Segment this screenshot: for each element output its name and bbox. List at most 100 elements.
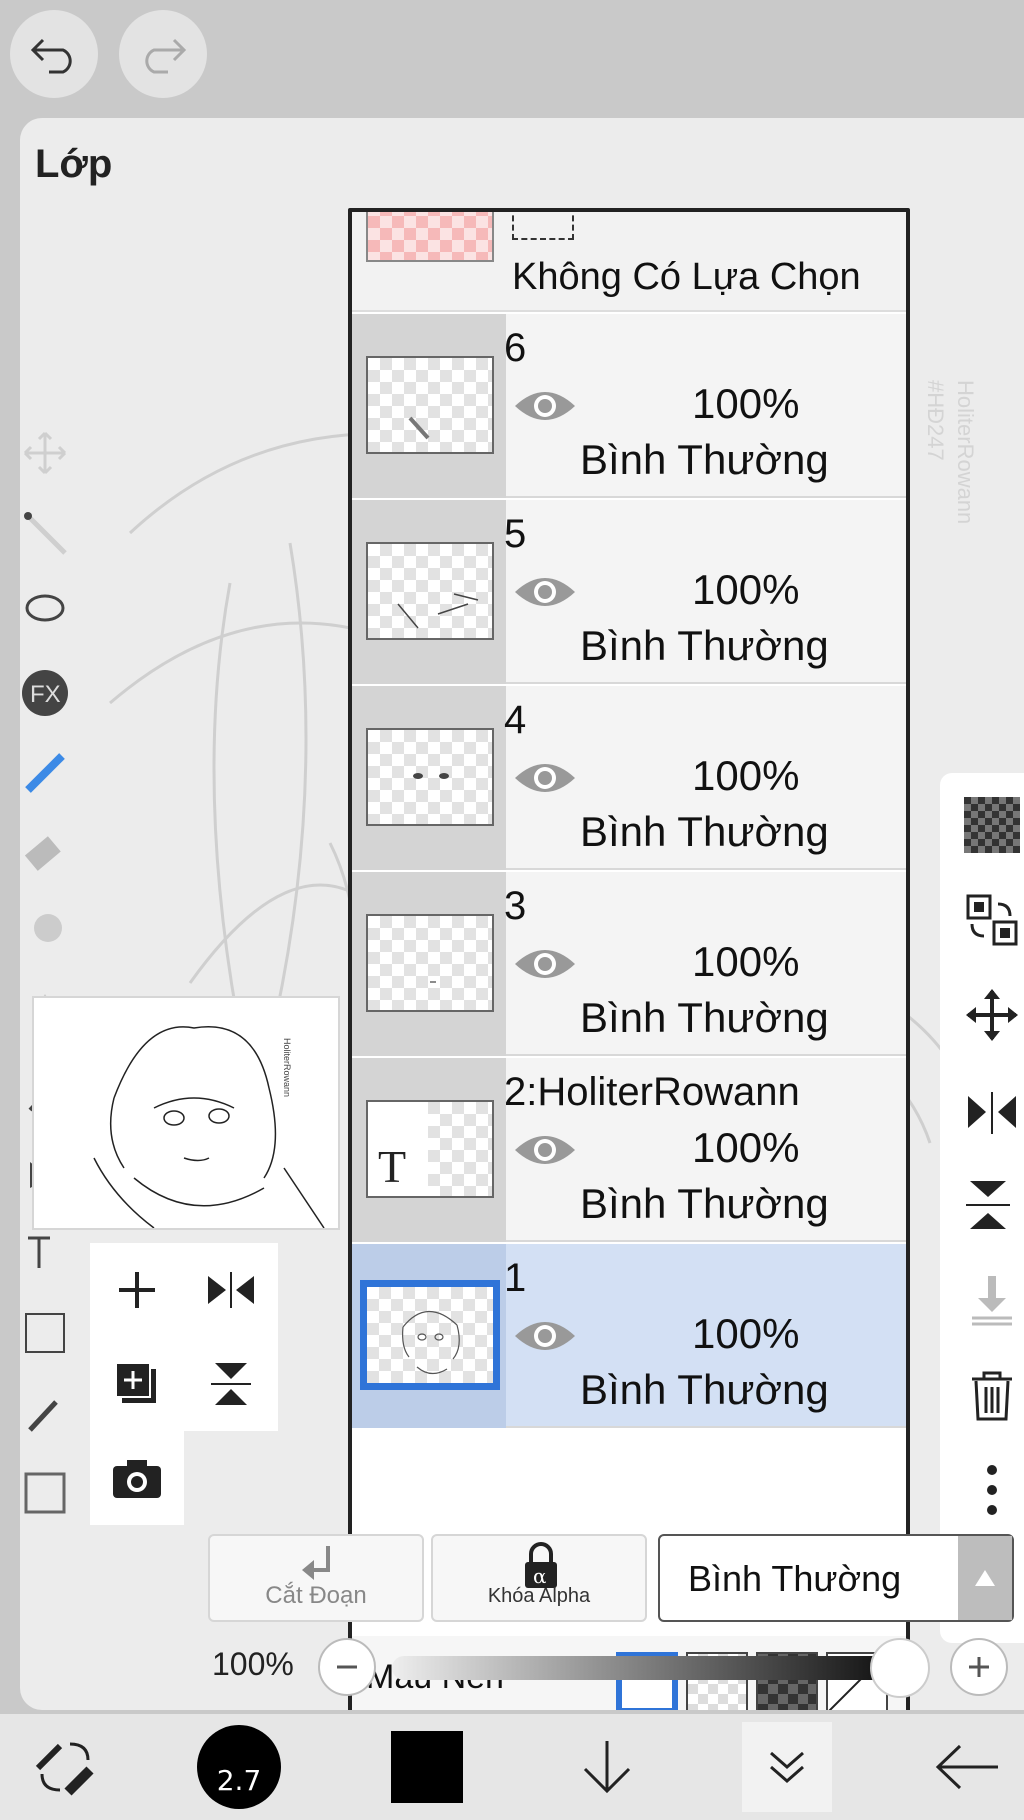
eye-icon[interactable] — [512, 942, 578, 986]
opacity-value: 100% — [212, 1646, 294, 1682]
opacity-slider-handle[interactable] — [870, 1638, 930, 1698]
blend-mode-select[interactable]: Bình Thường — [658, 1534, 1014, 1622]
magic-wand-icon[interactable] — [20, 508, 70, 558]
flip-h-button[interactable] — [960, 1078, 1024, 1142]
flip-vertical-button[interactable] — [184, 1337, 278, 1431]
svg-text:#HĐ247: #HĐ247 — [923, 380, 948, 461]
bottom-toolbar: 2.7 — [0, 1714, 1024, 1820]
plus-icon — [969, 1657, 989, 1677]
flip-vertical-icon — [966, 1181, 1010, 1229]
frame-icon[interactable] — [20, 1308, 70, 1358]
merge-down-button[interactable] — [960, 1268, 1024, 1332]
selection-marquee-icon — [512, 212, 574, 240]
chevron-double-down-icon — [770, 1751, 804, 1783]
transparency-button[interactable] — [960, 793, 1024, 857]
eye-icon[interactable] — [512, 1314, 578, 1358]
svg-text:HoliterRowann: HoliterRowann — [282, 1038, 292, 1097]
layer-name: 6 — [504, 326, 527, 370]
arrow-down-icon — [583, 1741, 631, 1794]
alpha-lock-label: Khóa Alpha — [487, 1585, 591, 1607]
layer-name: 1 — [504, 1256, 527, 1300]
layer-row[interactable]: 5 100% Bình Thường — [352, 500, 906, 684]
layer-row[interactable]: 6 100% Bình Thường — [352, 314, 906, 498]
eye-icon[interactable] — [512, 1128, 578, 1172]
move-layer-content-button[interactable] — [960, 888, 1024, 952]
collapse-button[interactable] — [742, 1722, 832, 1812]
layer-blend-mode: Bình Thường — [580, 1180, 829, 1227]
back-button[interactable] — [922, 1722, 1012, 1812]
canvas-icon[interactable] — [20, 1468, 70, 1518]
more-vertical-icon — [987, 1465, 997, 1515]
more-options-button[interactable] — [960, 1458, 1024, 1522]
svg-text:FX: FX — [30, 681, 61, 708]
layer-row[interactable]: 3 100% Bình Thường — [352, 872, 906, 1056]
layer-action-grid — [90, 1243, 278, 1525]
eraser-icon[interactable] — [20, 828, 70, 878]
lasso-icon[interactable] — [20, 588, 70, 638]
camera-icon — [113, 1460, 161, 1498]
clipping-label: Cắt Đoạn — [265, 1582, 367, 1609]
caret-up-icon — [958, 1536, 1012, 1620]
swap-icon — [966, 894, 1018, 946]
add-copy-icon — [115, 1362, 156, 1403]
layer-blend-mode: Bình Thường — [580, 436, 829, 483]
layer-blend-mode: Bình Thường — [580, 622, 829, 669]
camera-button[interactable] — [90, 1431, 184, 1525]
undo-icon — [30, 38, 72, 74]
eye-icon[interactable] — [512, 570, 578, 614]
lock-icon: α — [525, 1542, 557, 1588]
brush-icon[interactable] — [20, 748, 70, 798]
layer-row[interactable]: T 2:HoliterRowann 100% Bình Thường — [352, 1058, 906, 1242]
transform-icon[interactable] — [20, 428, 70, 478]
opacity-increase-button[interactable] — [950, 1638, 1008, 1696]
layer-row[interactable]: 4 100% Bình Thường — [352, 686, 906, 870]
brush-eraser-switch-icon — [35, 1742, 94, 1796]
brush-size-button[interactable]: 2.7 — [194, 1722, 284, 1812]
canvas-preview[interactable]: HoliterRowann — [32, 996, 340, 1230]
down-arrow-button[interactable] — [562, 1722, 652, 1812]
layer-opacity: 100% — [692, 752, 800, 799]
opacity-slider-track[interactable] — [392, 1656, 928, 1680]
layer-opacity: 100% — [692, 380, 800, 427]
alpha-lock-button[interactable]: α Khóa Alpha — [431, 1534, 647, 1622]
opacity-decrease-button[interactable] — [318, 1638, 376, 1696]
clipping-button[interactable]: Cắt Đoạn — [208, 1534, 424, 1622]
eyedropper-icon[interactable] — [20, 1388, 70, 1438]
tool-switch-button[interactable] — [20, 1722, 110, 1812]
layer-name: 5 — [504, 512, 527, 556]
redo-button[interactable] — [119, 10, 207, 98]
minus-icon — [337, 1665, 357, 1669]
layer-opacity: 100% — [692, 938, 800, 985]
smudge-icon[interactable] — [20, 908, 70, 958]
watermark-signature: #HĐ247 HoliterRowann — [923, 380, 978, 524]
layer-blend-mode: Bình Thường — [580, 808, 829, 855]
selection-layer[interactable]: Không Có Lựa Chọn — [352, 212, 906, 312]
layer-list: Không Có Lựa Chọn 6 100% Bình Thường 5 1… — [348, 208, 910, 1710]
layer-opacity: 100% — [692, 1124, 800, 1171]
eye-icon[interactable] — [512, 756, 578, 800]
add-layer-copy-button[interactable] — [90, 1337, 184, 1431]
layer-blend-mode: Bình Thường — [580, 1366, 829, 1413]
flip-v-button[interactable] — [960, 1173, 1024, 1237]
eye-icon[interactable] — [512, 384, 578, 428]
undo-button[interactable] — [10, 10, 98, 98]
move-icon — [966, 989, 1018, 1041]
checker-icon — [964, 797, 1020, 853]
flip-horizontal-button[interactable] — [184, 1243, 278, 1337]
layer-opacity: 100% — [692, 1310, 800, 1357]
text-icon[interactable] — [20, 1228, 70, 1278]
fx-icon[interactable]: FX — [20, 668, 70, 718]
move-button[interactable] — [960, 983, 1024, 1047]
layer-row-active[interactable]: 1 100% Bình Thường — [352, 1244, 906, 1428]
color-button[interactable] — [382, 1722, 472, 1812]
trash-icon — [972, 1371, 1012, 1421]
selection-thumbnail — [366, 212, 494, 262]
layer-thumbnail: T — [366, 1100, 494, 1198]
layer-thumbnail — [366, 356, 494, 454]
flip-vertical-icon — [211, 1363, 251, 1405]
delete-layer-button[interactable] — [960, 1363, 1024, 1427]
add-layer-button[interactable] — [90, 1243, 184, 1337]
layer-name: 4 — [504, 698, 527, 742]
brush-size-value: 2.7 — [216, 1764, 262, 1797]
arrow-left-icon — [935, 1744, 998, 1790]
